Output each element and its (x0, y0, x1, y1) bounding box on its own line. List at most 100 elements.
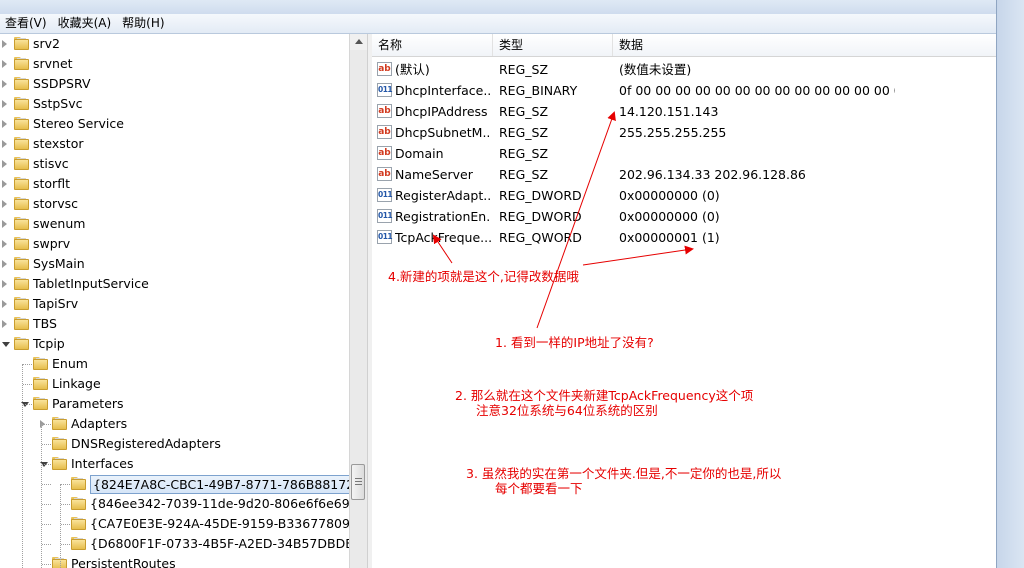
list-header: 名称 类型 数据 (372, 34, 996, 57)
expand-arrow-icon[interactable] (2, 100, 7, 108)
folder-icon (14, 277, 29, 290)
list-row[interactable]: ab Domain REG_SZ (372, 143, 996, 164)
tree-item[interactable]: storflt (0, 174, 349, 194)
list-row[interactable]: 011 DhcpInterface... REG_BINARY 0f 00 00 00… (372, 80, 996, 101)
tree-item-label: TBS (33, 316, 57, 331)
value-name: RegistrationEn... (395, 209, 491, 224)
collapse-arrow-icon[interactable] (2, 342, 10, 347)
expand-arrow-icon[interactable] (2, 260, 7, 268)
tree-item[interactable]: {846ee342-7039-11de-9d20-806e6f6e6963} (0, 494, 367, 514)
value-name: DhcpIPAddress (395, 104, 488, 119)
list-row[interactable]: ab NameServer REG_SZ 202.96.134.33 202.96.1… (372, 164, 996, 185)
tree-item-label: Enum (52, 356, 88, 371)
value-data: 0x00000000 (0) (619, 188, 720, 203)
string-value-icon: ab (377, 146, 392, 160)
expand-arrow-icon[interactable] (2, 60, 7, 68)
tree-item[interactable]: srvnet (0, 54, 349, 74)
annotation-step-1: 1. 看到一样的IP地址了没有? (495, 335, 654, 350)
tree-item[interactable]: TBS (0, 314, 349, 334)
folder-icon (14, 297, 29, 310)
tree-item-label: Interfaces (71, 456, 134, 471)
list-row[interactable]: 011 RegisterAdapt... REG_DWORD 0x00000000 (… (372, 185, 996, 206)
folder-icon (71, 517, 86, 530)
list-row[interactable]: 011 RegistrationEn... REG_DWORD 0x00000000 … (372, 206, 996, 227)
tree-item-label: stisvc (33, 156, 69, 171)
scroll-thumb[interactable] (351, 464, 365, 500)
tree-item[interactable]: swprv (0, 234, 349, 254)
expand-arrow-icon[interactable] (2, 80, 7, 88)
expand-arrow-icon[interactable] (2, 160, 7, 168)
menu-favorites[interactable]: 收藏夹(A) (53, 14, 118, 33)
tree-item-label: storflt (33, 176, 70, 191)
tree-item[interactable]: Interfaces (0, 454, 349, 474)
folder-icon (14, 97, 29, 110)
expand-arrow-icon[interactable] (2, 300, 7, 308)
tree-item[interactable]: Adapters (0, 414, 349, 434)
tree-item[interactable]: Enum (0, 354, 349, 374)
tree-item[interactable]: TapiSrv (0, 294, 349, 314)
tree-item-label: srv2 (33, 36, 61, 51)
expand-arrow-icon[interactable] (2, 200, 7, 208)
value-type: REG_DWORD (499, 209, 582, 224)
tree-item-label: SSDPSRV (33, 76, 91, 91)
expand-arrow-icon[interactable] (2, 280, 7, 288)
tree-item[interactable]: {824E7A8C-CBC1-49B7-8771-786B88172240} (0, 474, 367, 494)
tree-scrollbar[interactable] (349, 34, 367, 568)
list-row[interactable]: 011 TcpAckFreque... REG_QWORD 0x00000001 (1… (372, 227, 996, 248)
value-type: REG_BINARY (499, 83, 578, 98)
expand-arrow-icon[interactable] (2, 320, 7, 328)
tree-item[interactable]: srv2 (0, 34, 349, 54)
tree-item[interactable]: stisvc (0, 154, 349, 174)
column-header-data[interactable]: 数据 (613, 34, 996, 56)
column-header-type[interactable]: 类型 (493, 34, 613, 56)
expand-arrow-icon[interactable] (2, 140, 7, 148)
value-type: REG_QWORD (499, 230, 582, 245)
folder-icon (14, 337, 29, 350)
window-frame-right (996, 0, 1024, 568)
folder-icon (33, 397, 48, 410)
tree-item[interactable]: PersistentRoutes (0, 554, 349, 568)
registry-key-tree[interactable]: srv2 srvnet SSDPSRV SstpSvc Stereo Service st… (0, 34, 367, 568)
expand-arrow-icon[interactable] (2, 220, 7, 228)
tree-item[interactable]: {D6800F1F-0733-4B5F-A2ED-34B57DBDBDF1 (0, 534, 367, 554)
tree-item[interactable]: Tcpip (0, 334, 349, 354)
expand-arrow-icon[interactable] (2, 40, 7, 48)
tree-item[interactable]: SSDPSRV (0, 74, 349, 94)
menu-help[interactable]: 帮助(H) (117, 14, 170, 33)
tree-item[interactable]: stexstor (0, 134, 349, 154)
tree-item[interactable]: SstpSvc (0, 94, 349, 114)
tree-item[interactable]: Linkage (0, 374, 349, 394)
expand-arrow-icon[interactable] (2, 240, 7, 248)
folder-icon (14, 257, 29, 270)
binary-value-icon: 011 (377, 188, 393, 202)
expand-arrow-icon[interactable] (2, 120, 7, 128)
tree-item[interactable]: swenum (0, 214, 349, 234)
folder-icon (14, 37, 29, 50)
list-row[interactable]: ab (默认) REG_SZ (数值未设置) (372, 59, 996, 80)
menu-bar: 查看(V) 收藏夹(A) 帮助(H) (0, 14, 996, 34)
list-row[interactable]: ab DhcpIPAddress REG_SZ 14.120.151.143 (372, 101, 996, 122)
binary-value-icon: 011 (377, 83, 393, 97)
tree-item[interactable]: Stereo Service (0, 114, 349, 134)
tree-item[interactable]: storvsc (0, 194, 349, 214)
tree-item[interactable]: Parameters (0, 394, 349, 414)
expand-arrow-icon[interactable] (2, 180, 7, 188)
annotation-step-2-line2: 注意32位系统与64位系统的区别 (476, 403, 658, 418)
tree-item[interactable]: TabletInputService (0, 274, 349, 294)
tree-item-label: {824E7A8C-CBC1-49B7-8771-786B88172240} (90, 475, 367, 494)
tree-item[interactable]: {CA7E0E3E-924A-45DE-9159-B336778091B8} (0, 514, 367, 534)
string-value-icon: ab (377, 62, 392, 76)
folder-icon (14, 57, 29, 70)
tree-item-label: stexstor (33, 136, 84, 151)
value-name: DhcpInterface... (395, 83, 491, 98)
scroll-up-arrow[interactable] (350, 34, 367, 50)
menu-view[interactable]: 查看(V) (0, 14, 53, 33)
column-header-name[interactable]: 名称 (372, 34, 493, 56)
list-row[interactable]: ab DhcpSubnetM... REG_SZ 255.255.255.255 (372, 122, 996, 143)
tree-item-label: TabletInputService (33, 276, 149, 291)
tree-item[interactable]: DNSRegisteredAdapters (0, 434, 349, 454)
value-name: NameServer (395, 167, 473, 182)
value-data: 202.96.134.33 202.96.128.86 (619, 167, 806, 182)
tree-item[interactable]: SysMain (0, 254, 349, 274)
folder-icon (33, 357, 48, 370)
